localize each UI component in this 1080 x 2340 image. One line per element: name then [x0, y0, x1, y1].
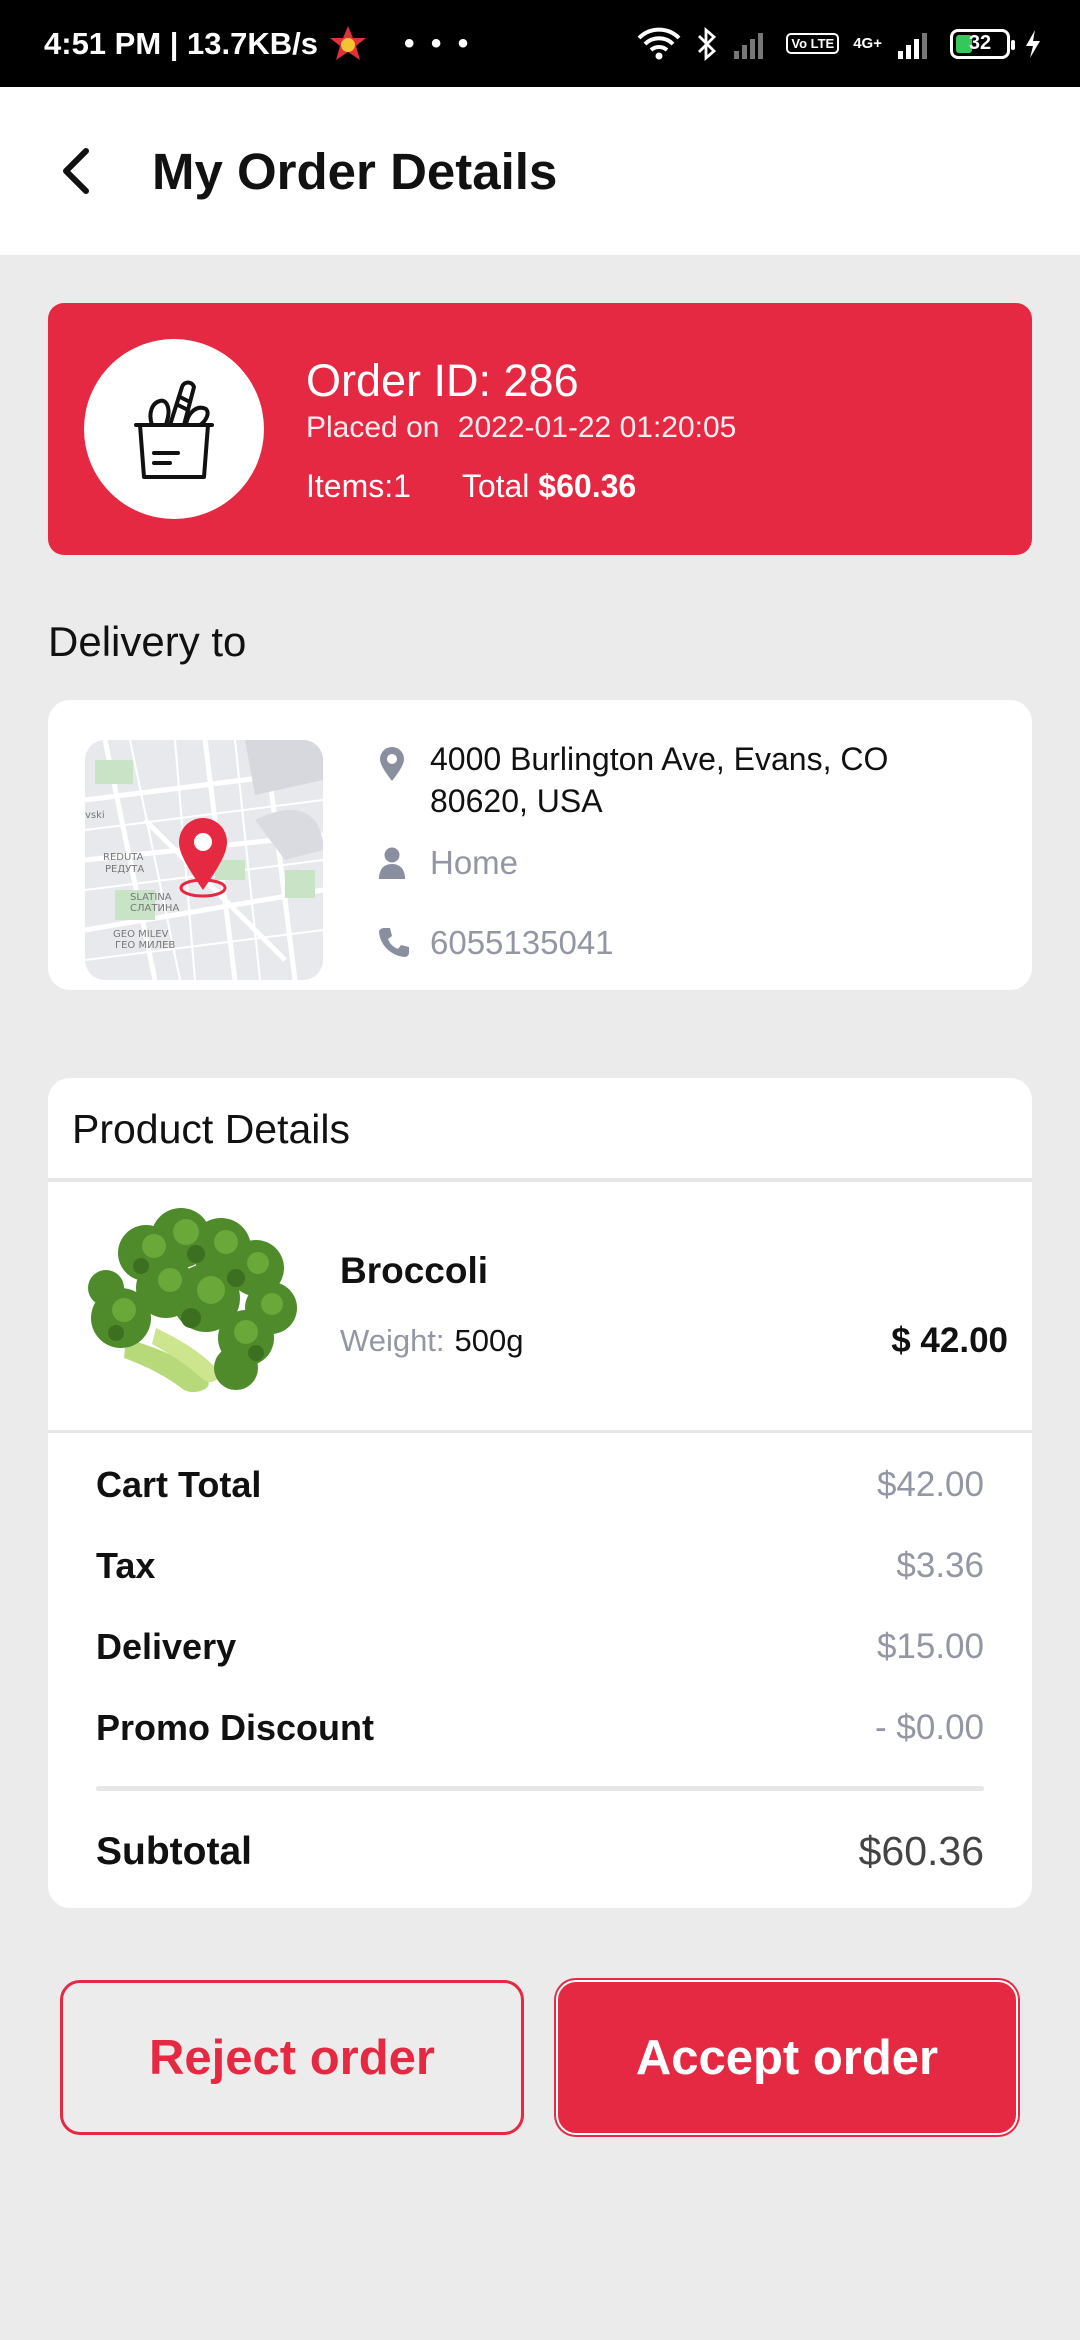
placed-date: 2022-01-22 01:20:05 — [457, 411, 737, 444]
summary-row-tax: Tax $3.36 — [96, 1545, 984, 1587]
app-bar: My Order Details — [0, 87, 1080, 255]
battery-level: 32 — [968, 32, 992, 54]
grocery-bag-avatar — [84, 339, 264, 519]
signal-icon — [734, 32, 764, 59]
product-details-title: Product Details — [72, 1106, 351, 1152]
status-right: Vo LTE 4G+ 32 — [636, 0, 1042, 87]
delivery-section-title: Delivery to — [48, 618, 247, 665]
placed-label: Placed on — [306, 411, 440, 444]
address-row: 4000 Burlington Ave, Evans, CO 80620, US… — [378, 738, 990, 822]
map-label: vski — [85, 810, 105, 821]
page-title: My Order Details — [152, 143, 558, 200]
app-notification-icon — [330, 25, 367, 60]
product-weight: Weight: 500g — [340, 1323, 524, 1359]
delivery-card: REDUTA РЕДУТА SLATINA СЛАТИНА GEO MILEV … — [48, 700, 1032, 990]
summary-label: Delivery — [96, 1626, 237, 1667]
phone-icon — [379, 928, 409, 957]
subtotal-label: Subtotal — [96, 1829, 252, 1873]
broccoli-image — [88, 1208, 297, 1393]
summary-label: Tax — [96, 1545, 156, 1586]
phone-number[interactable]: 6055135041 — [430, 922, 614, 964]
summary-value: $42.00 — [876, 1465, 984, 1504]
bluetooth-icon — [698, 26, 717, 61]
weight-label: Weight: — [340, 1323, 445, 1358]
summary-value: $3.36 — [896, 1546, 984, 1585]
product-details-card: Product Details Broccoli Weight: 500g $ 4… — [48, 1078, 1032, 1908]
subtotal-value: $60.36 — [858, 1828, 984, 1874]
weight-value: 500g — [454, 1323, 524, 1358]
order-summary-card: Order ID: 286 Placed on 2022-01-22 01:20… — [48, 303, 1032, 555]
location-icon — [380, 747, 404, 781]
address-type-row: Home — [378, 842, 518, 884]
map-thumbnail[interactable]: REDUTA РЕДУТА SLATINA СЛАТИНА GEO MILEV … — [85, 740, 323, 980]
charging-icon — [1026, 29, 1040, 58]
wifi-icon — [637, 27, 681, 59]
more-notifications-icon: • • • — [404, 26, 473, 60]
total-label: Total — [461, 468, 530, 504]
back-button[interactable] — [44, 139, 108, 203]
map-label: СЛАТИНА — [130, 903, 179, 914]
summary-label: Promo Discount — [96, 1707, 375, 1748]
battery-icon: 32 — [950, 28, 1015, 59]
divider — [48, 1178, 1032, 1182]
reject-order-button[interactable]: Reject order — [60, 1980, 524, 2135]
product-price: $ 42.00 — [891, 1321, 1008, 1360]
status-time-speed: 4:51 PM | 13.7KB/s — [44, 25, 319, 61]
total-value: $60.36 — [538, 468, 637, 504]
summary-value: - $0.00 — [875, 1708, 984, 1747]
map-label: SLATINA — [130, 892, 172, 903]
network-type: 4G+ — [853, 34, 882, 52]
summary-row-delivery: Delivery $15.00 — [96, 1626, 984, 1668]
location-pin-icon — [179, 818, 227, 898]
order-meta: Items:1 Total $60.36 — [306, 468, 636, 505]
phone-row: 6055135041 — [378, 922, 614, 964]
address-type: Home — [430, 844, 519, 881]
accept-order-button[interactable]: Accept order — [556, 1980, 1018, 2135]
signal-strength-icon — [898, 32, 927, 59]
volte-icon: Vo LTE — [786, 33, 840, 54]
summary-row-promo-discount: Promo Discount - $0.00 — [96, 1707, 984, 1749]
map-label: ГЕО МИЛЕВ — [115, 940, 175, 951]
map-label: GEO MILEV — [113, 929, 169, 940]
items-count: Items:1 — [306, 468, 411, 504]
order-total: Total $60.36 — [462, 468, 636, 504]
subtotal-row: Subtotal $60.36 — [96, 1828, 984, 1875]
order-id: Order ID: 286 — [306, 355, 579, 406]
divider — [96, 1786, 984, 1791]
delivery-address: 4000 Burlington Ave, Evans, CO 80620, US… — [430, 741, 889, 819]
order-placed: Placed on 2022-01-22 01:20:05 — [306, 411, 736, 445]
product-name: Broccoli — [340, 1250, 489, 1291]
summary-row-cart-total: Cart Total $42.00 — [96, 1464, 984, 1506]
divider — [48, 1430, 1032, 1433]
status-left: 4:51 PM | 13.7KB/s • • • — [44, 0, 472, 87]
grocery-bag-icon — [134, 380, 214, 479]
user-icon — [379, 847, 405, 879]
summary-label: Cart Total — [96, 1464, 262, 1505]
summary-value: $15.00 — [876, 1627, 984, 1666]
back-arrow-icon — [63, 148, 89, 194]
map-image: REDUTA РЕДУТА SLATINA СЛАТИНА GEO MILEV … — [85, 740, 323, 980]
status-bar: 4:51 PM | 13.7KB/s • • • Vo LTE 4G+ 32 — [0, 0, 1080, 87]
map-label: РЕДУТА — [105, 864, 144, 875]
map-label: REDUTA — [103, 852, 144, 863]
